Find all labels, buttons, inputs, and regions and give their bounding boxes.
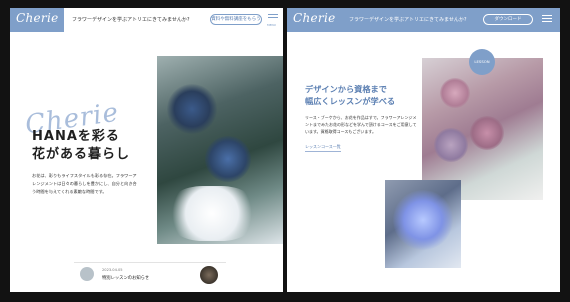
hero-flower-photo: [157, 56, 283, 244]
photo-flower-detail: [434, 128, 468, 162]
download-button[interactable]: ダウンロード: [483, 14, 533, 25]
left-logo[interactable]: Cherie: [10, 8, 64, 32]
photo-flower-detail: [167, 186, 257, 241]
left-menu-button[interactable]: MENU: [267, 14, 278, 27]
hamburger-icon: [542, 21, 552, 22]
news-thumbnail[interactable]: [200, 266, 218, 284]
lesson-body: リース・ブーケから、お花を作品はすで。フラワーアレンジメントまでみたお花の形など…: [305, 115, 417, 134]
left-page-panel: Cherie フラワーデザインを学ぶアトリエにきてみませんか? 資料や無料講座を…: [10, 8, 283, 292]
lesson-rose-photo: [422, 58, 543, 200]
right-tagline: フラワーデザインを学ぶアトリエにきてみませんか?: [349, 17, 467, 23]
right-logo-text[interactable]: Cherie: [293, 11, 336, 25]
request-materials-button[interactable]: 資料や無料講座をもらう: [210, 14, 262, 25]
lesson-badge: LESSON: [469, 49, 495, 75]
avatar-icon: [80, 267, 94, 281]
hamburger-icon: [268, 17, 278, 18]
left-tagline: フラワーデザインを学ぶアトリエにきてみませんか?: [72, 17, 190, 23]
lesson-course-link[interactable]: レッスンコース一覧: [305, 144, 341, 152]
lesson-title: デザインから資格まで 幅広くレッスンが学べる: [305, 83, 395, 107]
lesson-hydrangea-photo: [385, 180, 461, 268]
left-logo-text: Cherie: [16, 11, 59, 25]
right-page-panel: Cherie フラワーデザインを学ぶアトリエにきてみませんか? ダウンロード L…: [287, 8, 560, 292]
news-date: 2023.04.05: [102, 268, 123, 272]
photo-flower-detail: [470, 116, 504, 150]
photo-flower-detail: [205, 136, 251, 182]
lesson-title-line2: 幅広くレッスンが学べる: [305, 96, 396, 106]
hamburger-icon: [542, 18, 552, 19]
hamburger-icon: [542, 15, 552, 16]
hero-body: お花は、彩りもライフスタイルも彩る存在。フラワーアレンジメントは日々の暮らしを豊…: [32, 173, 137, 194]
menu-label: MENU: [267, 23, 276, 27]
news-title[interactable]: 特別レッスンのお知らせ: [102, 275, 149, 281]
hero-title-line2: 花がある暮らし: [32, 147, 131, 162]
photo-flower-detail: [393, 190, 453, 250]
photo-flower-detail: [440, 78, 470, 108]
news-item[interactable]: 2023.04.05 特別レッスンのお知らせ: [74, 262, 226, 286]
left-header: Cherie フラワーデザインを学ぶアトリエにきてみませんか? 資料や無料講座を…: [10, 8, 283, 32]
hamburger-icon: [268, 14, 278, 15]
hero-title-line1: HANAを彩る: [32, 129, 120, 144]
right-menu-button[interactable]: [542, 15, 552, 24]
right-header: Cherie フラワーデザインを学ぶアトリエにきてみませんか? ダウンロード: [287, 8, 560, 32]
photo-flower-detail: [167, 84, 217, 134]
hero-title: HANAを彩る 花がある暮らし: [32, 128, 130, 164]
lesson-title-line1: デザインから資格まで: [305, 84, 387, 94]
